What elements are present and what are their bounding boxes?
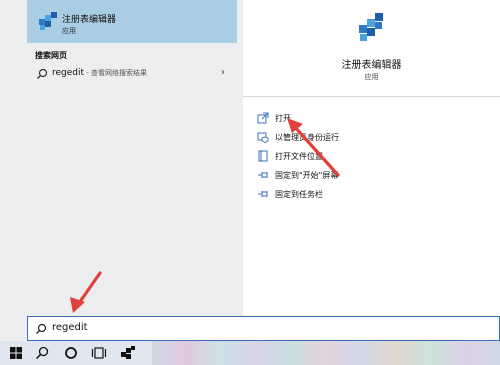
divider bbox=[243, 96, 500, 97]
folder-icon bbox=[258, 150, 268, 162]
action-label: 以管理员身份运行 bbox=[275, 132, 339, 142]
action-pin-to-start[interactable]: 固定到"开始"屏幕 bbox=[257, 168, 338, 182]
registry-editor-icon bbox=[359, 13, 383, 41]
windows-start-icon[interactable] bbox=[8, 345, 24, 361]
search-icon bbox=[37, 68, 48, 79]
action-label: 固定到"开始"屏幕 bbox=[275, 170, 339, 180]
action-open-file-location[interactable]: 打开文件位置 bbox=[257, 149, 323, 163]
app-details-pane: 注册表编辑器 应用 打开 以管理员身份运行 打开文件位置 固定到"开始"屏幕 固… bbox=[243, 0, 500, 316]
search-icon bbox=[36, 323, 47, 334]
search-box[interactable]: regedit bbox=[27, 316, 500, 341]
pinned-apps-area bbox=[152, 341, 500, 365]
taskbar bbox=[0, 341, 500, 365]
chevron-right-icon[interactable]: › bbox=[221, 67, 225, 78]
registry-editor-icon bbox=[39, 12, 57, 30]
cortana-icon[interactable] bbox=[63, 345, 79, 361]
best-match-subtitle: 应用 bbox=[62, 27, 76, 35]
web-result-query: regedit bbox=[52, 68, 85, 78]
app-subtitle: 应用 bbox=[364, 73, 379, 81]
shield-icon bbox=[257, 132, 269, 143]
action-label: 打开 bbox=[275, 113, 291, 123]
search-input[interactable]: regedit bbox=[52, 322, 88, 333]
task-view-icon[interactable] bbox=[91, 345, 107, 361]
results-pane: 注册表编辑器 应用 搜索网页 regedit - 查看网络搜索结果 › bbox=[27, 0, 237, 316]
action-label: 打开文件位置 bbox=[275, 151, 323, 161]
best-match-title: 注册表编辑器 bbox=[62, 15, 117, 25]
start-search-window: 注册表编辑器 应用 搜索网页 regedit - 查看网络搜索结果 › 注册表编… bbox=[0, 0, 500, 365]
pin-icon bbox=[258, 191, 268, 197]
action-run-as-admin[interactable]: 以管理员身份运行 bbox=[257, 130, 339, 144]
web-search-result[interactable]: regedit - 查看网络搜索结果 › bbox=[27, 63, 237, 85]
web-result-hint: - 查看网络搜索结果 bbox=[84, 69, 148, 77]
action-pin-to-taskbar[interactable]: 固定到任务栏 bbox=[257, 187, 323, 201]
action-label: 固定到任务栏 bbox=[275, 189, 323, 199]
app-title: 注册表编辑器 bbox=[341, 60, 402, 71]
open-icon bbox=[257, 112, 269, 124]
action-open[interactable]: 打开 bbox=[257, 111, 291, 125]
pin-icon bbox=[258, 172, 268, 178]
regedit-app-icon[interactable] bbox=[120, 345, 136, 361]
web-result-text: regedit - 查看网络搜索结果 bbox=[52, 68, 147, 78]
search-icon[interactable] bbox=[34, 345, 50, 361]
section-label-web: 搜索网页 bbox=[35, 51, 67, 60]
best-match-result[interactable]: 注册表编辑器 应用 bbox=[27, 0, 237, 43]
